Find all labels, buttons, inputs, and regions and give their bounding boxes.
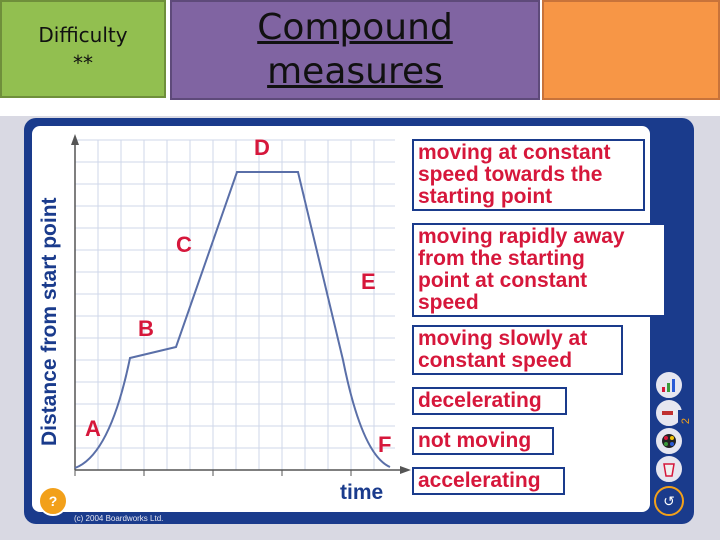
point-labels: A B C D E F (85, 135, 391, 457)
label-card[interactable]: accelerating (412, 467, 565, 495)
label-card-line: constant speed (418, 349, 573, 372)
label-card-line: not moving (418, 429, 532, 452)
copyright-text: (c) 2004 Boardworks Ltd. (74, 514, 164, 523)
help-icon-glyph: ? (48, 493, 58, 509)
x-axis-label: time (340, 481, 383, 504)
point-label-f: F (378, 432, 391, 457)
bin-icon-glyph (663, 463, 675, 477)
palette-icon-glyph (662, 434, 676, 448)
label-card[interactable]: decelerating (412, 387, 567, 415)
x-axis-arrow (400, 466, 411, 474)
page-number-tab: 2 (678, 410, 694, 432)
label-card-line: speed (418, 291, 479, 314)
point-label-c: C (176, 232, 192, 257)
label-card-line: moving slowly at (418, 327, 588, 350)
help-icon[interactable]: ? (38, 486, 68, 516)
point-label-a: A (85, 416, 101, 441)
y-axis-label: Distance from start point (38, 197, 61, 446)
label-card-line: moving rapidly away (418, 225, 625, 248)
label-card-line: moving at constant (418, 141, 611, 164)
label-card[interactable]: not moving (412, 427, 554, 455)
label-card-line: from the starting (418, 247, 585, 270)
chart-icon[interactable] (654, 370, 684, 400)
label-card-line: accelerating (418, 469, 541, 492)
chart-icon-glyph (662, 379, 675, 392)
label-card[interactable]: moving at constant speed towards the start… (412, 139, 645, 211)
label-card-line: speed towards the (418, 163, 603, 186)
label-card[interactable]: moving rapidly away from the starting poin… (412, 223, 666, 317)
point-label-b: B (138, 316, 154, 341)
pen-icon-glyph (662, 411, 676, 415)
undo-icon[interactable]: ↺ (654, 486, 684, 516)
label-card-line: decelerating (418, 389, 542, 412)
label-card-line: starting point (418, 185, 553, 208)
label-card[interactable]: moving slowly at constant speed (412, 325, 623, 375)
label-card-line: point at constant (418, 269, 588, 292)
point-label-d: D (254, 135, 270, 160)
journey-line (74, 171, 391, 469)
bin-icon[interactable] (654, 454, 684, 484)
undo-icon-glyph: ↺ (663, 492, 675, 509)
graph-grid (74, 139, 395, 476)
page-number: 2 (680, 417, 692, 425)
point-label-e: E (361, 269, 376, 294)
